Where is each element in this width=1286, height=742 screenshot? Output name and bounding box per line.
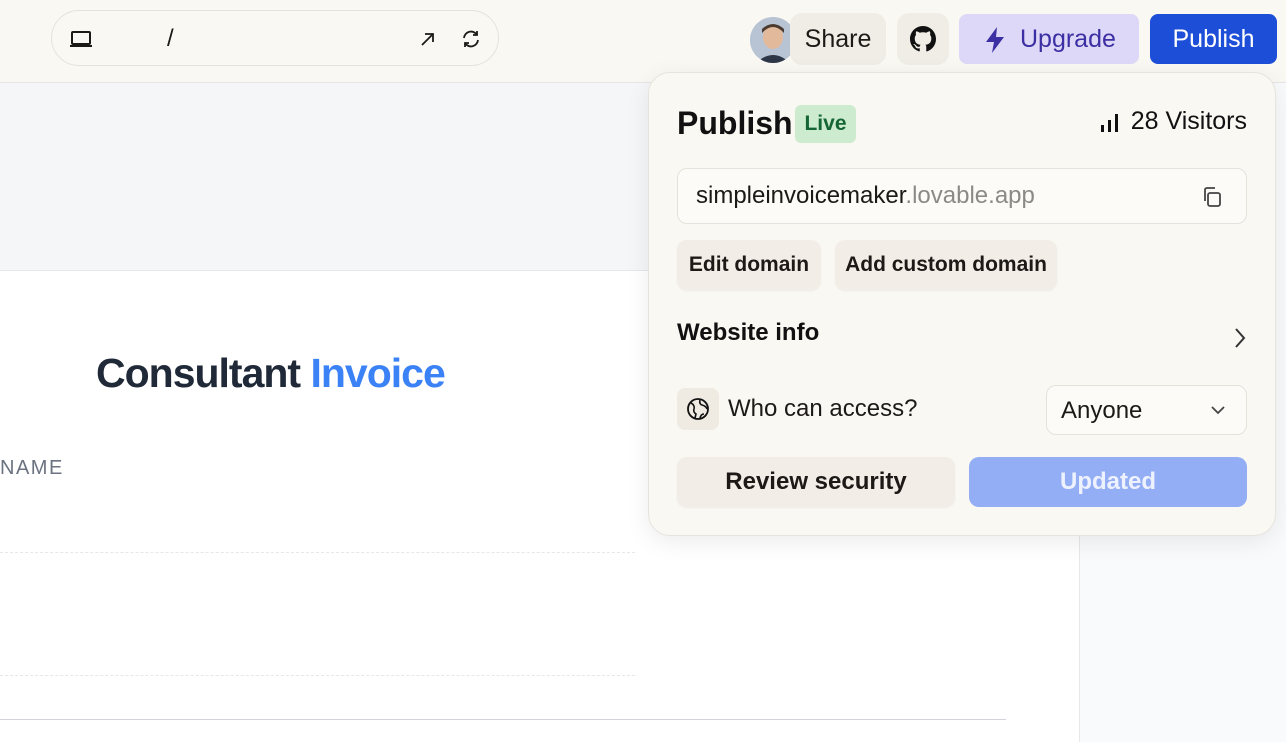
chevron-right-icon [1235, 328, 1246, 348]
globe-icon [677, 388, 719, 430]
upgrade-label: Upgrade [1020, 25, 1116, 53]
preview-path[interactable]: / [167, 25, 174, 53]
domain-subdomain: simpleinvoicemaker [696, 182, 906, 209]
review-security-button[interactable]: Review security [677, 457, 955, 507]
upgrade-button[interactable]: Upgrade [959, 14, 1139, 64]
publish-title: Publish [677, 105, 793, 141]
divider [0, 552, 635, 553]
divider [0, 675, 635, 676]
copy-icon[interactable] [1200, 185, 1224, 214]
domain-suffix: .lovable.app [905, 182, 1035, 209]
invoice-title-main: Consultant [96, 350, 301, 396]
github-button[interactable] [897, 13, 949, 65]
edit-domain-button[interactable]: Edit domain [677, 240, 821, 290]
add-custom-domain-button[interactable]: Add custom domain [835, 240, 1057, 290]
visitors-label: 28 Visitors [1130, 107, 1247, 135]
invoice-title-accent: Invoice [310, 350, 446, 396]
website-info-row[interactable]: Website info [677, 319, 1247, 357]
domain-field[interactable]: simpleinvoicemaker.lovable.app [677, 168, 1247, 224]
name-field-label: NAME [0, 457, 64, 479]
top-bar: / Share Upgrade Publish [0, 0, 1286, 83]
status-badge: Live [795, 105, 856, 143]
bar-chart-icon [1100, 114, 1118, 132]
website-info-label: Website info [677, 319, 820, 346]
visitors-count[interactable]: 28 Visitors [1099, 107, 1247, 136]
refresh-icon[interactable] [460, 28, 482, 50]
invoice-title: Consultant Invoice [96, 350, 446, 397]
access-select[interactable]: Anyone [1046, 385, 1247, 435]
updated-button[interactable]: Updated [969, 457, 1247, 507]
publish-popover: Publish Live 28 Visitors simpleinvoicema… [648, 72, 1276, 536]
chevron-down-icon [1211, 406, 1225, 415]
access-select-value: Anyone [1061, 397, 1143, 424]
laptop-icon[interactable] [69, 28, 92, 50]
publish-button[interactable]: Publish [1150, 14, 1277, 64]
share-button[interactable]: Share [790, 13, 886, 65]
preview-url-bar[interactable]: / [51, 10, 499, 66]
arrow-up-right-icon[interactable] [417, 28, 439, 50]
lightning-icon [986, 27, 1004, 53]
divider [0, 719, 1006, 720]
access-label: Who can access? [728, 395, 918, 422]
